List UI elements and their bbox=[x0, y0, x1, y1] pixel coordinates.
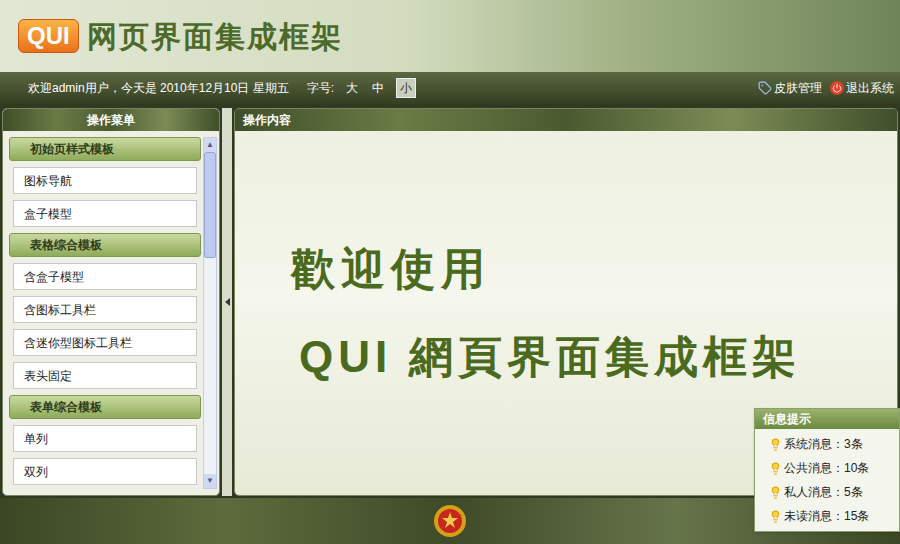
popup-item[interactable]: 系统消息：3条 bbox=[769, 435, 899, 453]
menu-group-header[interactable]: 表单综合模板 bbox=[9, 395, 201, 419]
lightbulb-icon bbox=[769, 510, 782, 523]
menu-group: 初始页样式模板图标导航盒子模型 bbox=[9, 137, 201, 227]
popup-header: 信息提示 bbox=[755, 409, 899, 429]
panel-title: 操作内容 bbox=[243, 111, 291, 129]
collapse-arrow-icon[interactable] bbox=[225, 298, 230, 306]
panel-header: 操作内容 bbox=[235, 109, 897, 131]
font-size-option[interactable]: 小 bbox=[396, 78, 416, 98]
top-bar-right: 皮肤管理退出系统 bbox=[758, 79, 894, 97]
menu-group-header[interactable]: 表格综合模板 bbox=[9, 233, 201, 257]
scroll-up-arrow[interactable]: ▲ bbox=[204, 138, 216, 152]
welcome-line: 歡迎使用 bbox=[291, 245, 897, 293]
app: QUI网页界面集成框架欢迎admin用户，今天是 2010年12月10日 星期五… bbox=[0, 0, 900, 544]
panel-title: 操作菜单 bbox=[87, 111, 135, 129]
scroll-thumb[interactable] bbox=[204, 152, 216, 258]
top-bar: 欢迎admin用户，今天是 2010年12月10日 星期五字号: 大中小 皮肤管理退… bbox=[0, 72, 900, 104]
skin-icon bbox=[758, 81, 772, 95]
menu-item[interactable]: 表头固定 bbox=[13, 362, 197, 389]
menu-item[interactable]: 图标导航 bbox=[13, 167, 197, 194]
exit-icon bbox=[830, 81, 844, 95]
top-link[interactable]: 退出系统 bbox=[830, 79, 894, 97]
lightbulb-icon bbox=[769, 486, 782, 499]
scrollbar[interactable]: ▲▼ bbox=[203, 137, 217, 489]
menu-group: 表格综合模板含盒子模型含图标工具栏含迷你型图标工具栏表头固定 bbox=[9, 233, 201, 389]
header: QUI网页界面集成框架 bbox=[0, 0, 900, 72]
scroll-track bbox=[204, 152, 216, 474]
lightbulb-icon bbox=[769, 462, 782, 475]
menu-area: 初始页样式模板图标导航盒子模型表格综合模板含盒子模型含图标工具栏含迷你型图标工具… bbox=[3, 131, 219, 495]
menu-item[interactable]: 单列 bbox=[13, 425, 197, 452]
menu-item[interactable]: 双列 bbox=[13, 458, 197, 485]
emblem-icon bbox=[433, 504, 467, 538]
top-bar-left: 欢迎admin用户，今天是 2010年12月10日 星期五字号: 大中小 bbox=[28, 78, 416, 98]
menu-item[interactable]: 含迷你型图标工具栏 bbox=[13, 329, 197, 356]
popup-item[interactable]: 公共消息：10条 bbox=[769, 459, 899, 477]
splitter[interactable] bbox=[222, 108, 232, 496]
welcome-text: 欢迎admin用户，今天是 2010年12月10日 星期五 bbox=[28, 79, 289, 97]
menu-list: 初始页样式模板图标导航盒子模型表格综合模板含盒子模型含图标工具栏含迷你型图标工具… bbox=[9, 137, 201, 489]
app-title: 网页界面集成框架 bbox=[87, 14, 343, 59]
menu-item[interactable]: 盒子模型 bbox=[13, 200, 197, 227]
lightbulb-icon bbox=[769, 438, 782, 451]
sidebar: 操作菜单初始页样式模板图标导航盒子模型表格综合模板含盒子模型含图标工具栏含迷你型… bbox=[2, 108, 220, 496]
logo: QUI bbox=[18, 19, 79, 53]
popup-item[interactable]: 私人消息：5条 bbox=[769, 483, 899, 501]
top-link[interactable]: 皮肤管理 bbox=[758, 79, 822, 97]
font-size-option[interactable]: 中 bbox=[370, 79, 386, 97]
welcome-line: QUI 網頁界面集成框架 bbox=[291, 333, 897, 381]
panel-header: 操作菜单 bbox=[3, 109, 219, 131]
font-size-label: 字号: bbox=[307, 79, 334, 97]
menu-item[interactable]: 含盒子模型 bbox=[13, 263, 197, 290]
popup-item[interactable]: 未读消息：15条 bbox=[769, 507, 899, 525]
font-size-option[interactable]: 大 bbox=[344, 79, 360, 97]
popup-list: 系统消息：3条公共消息：10条私人消息：5条未读消息：15条 bbox=[755, 429, 899, 531]
menu-item[interactable]: 含图标工具栏 bbox=[13, 296, 197, 323]
menu-group: 表单综合模板单列双列 bbox=[9, 395, 201, 485]
menu-group-header[interactable]: 初始页样式模板 bbox=[9, 137, 201, 161]
scroll-down-arrow[interactable]: ▼ bbox=[204, 474, 216, 488]
info-popup: 信息提示系统消息：3条公共消息：10条私人消息：5条未读消息：15条 bbox=[754, 408, 900, 532]
